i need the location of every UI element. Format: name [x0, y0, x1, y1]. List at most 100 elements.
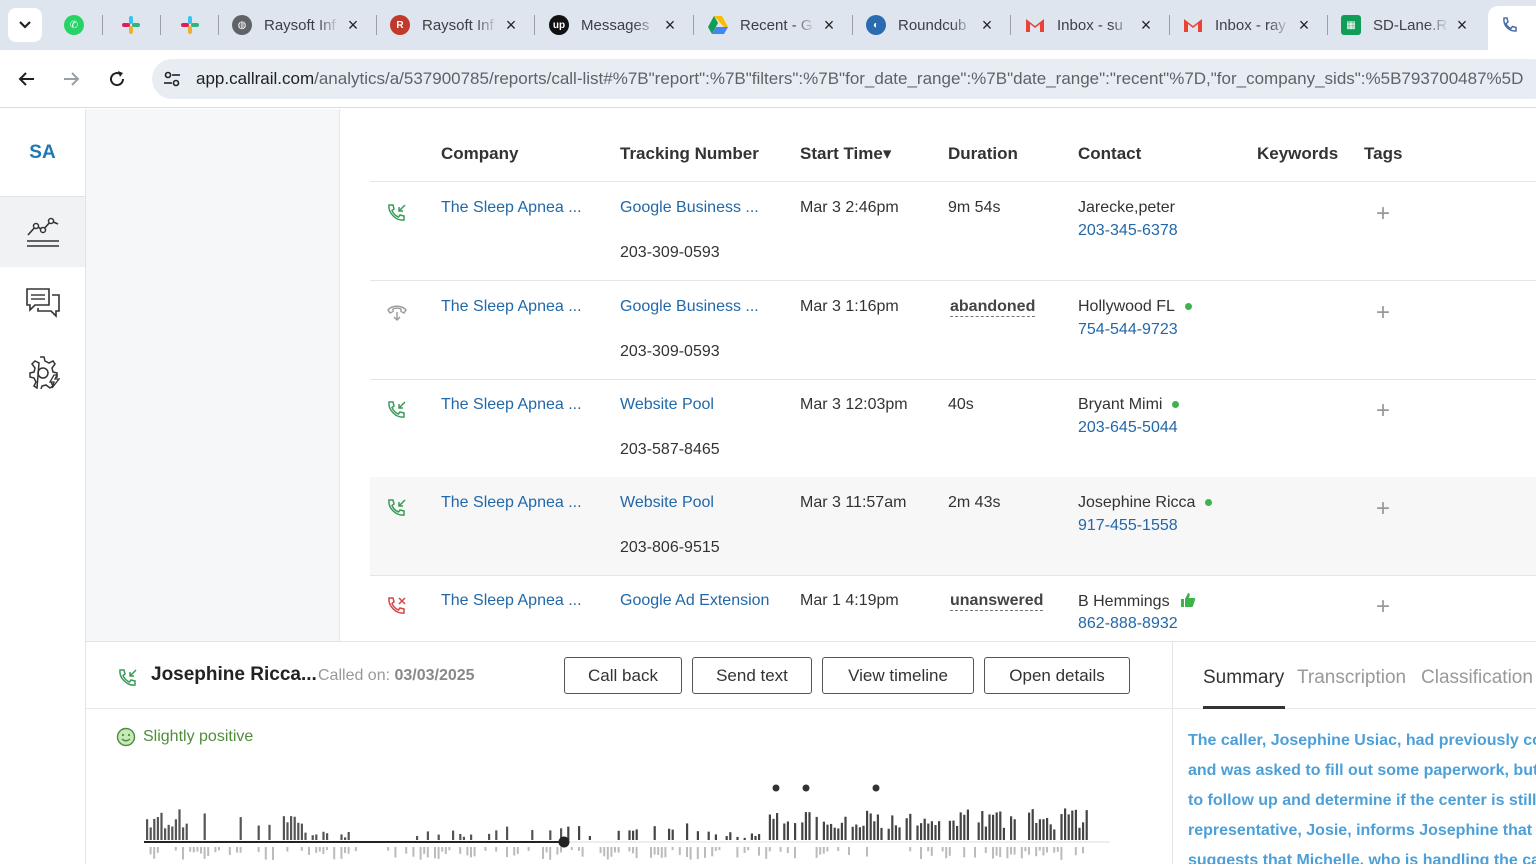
- back-button[interactable]: [10, 62, 44, 96]
- source-link[interactable]: Google Business ...: [620, 199, 759, 217]
- chevron-down-icon: [19, 21, 31, 29]
- close-icon[interactable]: ×: [502, 15, 520, 35]
- tab-callrail-active[interactable]: [1488, 6, 1536, 50]
- table-row[interactable]: The Sleep Apnea ... Google Business ... …: [370, 281, 1536, 380]
- contact-phone[interactable]: 203-645-5044: [1078, 419, 1178, 437]
- close-icon[interactable]: ×: [661, 15, 679, 35]
- tab-whatsapp[interactable]: ✆: [64, 8, 88, 42]
- tab-summary[interactable]: Summary: [1203, 667, 1284, 689]
- waveform-bar: [268, 824, 271, 840]
- col-contact[interactable]: Contact: [1078, 144, 1141, 164]
- waveform-bar: [736, 836, 739, 840]
- waveform-bar-secondary: [999, 847, 1002, 858]
- company-link[interactable]: The Sleep Apnea ...: [441, 298, 582, 316]
- source-link[interactable]: Website Pool: [620, 396, 714, 414]
- waveform-bar-secondary: [1082, 847, 1084, 854]
- duration-status[interactable]: unanswered: [950, 592, 1044, 611]
- add-tag-icon[interactable]: +: [1373, 595, 1393, 619]
- waveform-bar-secondary: [941, 847, 944, 852]
- tab-roundcube[interactable]: ◐ Roundcub ×: [866, 8, 996, 42]
- account-initials[interactable]: SA: [0, 109, 85, 197]
- waveform-bar-secondary: [322, 847, 325, 855]
- company-link[interactable]: The Sleep Apnea ...: [441, 592, 582, 610]
- close-icon[interactable]: ×: [1137, 15, 1155, 35]
- tab-search-button[interactable]: [8, 8, 42, 42]
- company-link[interactable]: The Sleep Apnea ...: [441, 494, 582, 512]
- contact-phone[interactable]: 862-888-8932: [1078, 615, 1178, 633]
- company-link[interactable]: The Sleep Apnea ...: [441, 396, 582, 414]
- waveform-bar-secondary: [153, 847, 156, 859]
- waveform-bar: [786, 821, 789, 840]
- waveform-bar: [171, 826, 174, 840]
- tab-google-drive[interactable]: Recent - G ×: [708, 8, 838, 42]
- tab-messages[interactable]: up Messages ×: [549, 8, 679, 42]
- forward-button[interactable]: [54, 62, 88, 96]
- url-bar[interactable]: app.callrail.com/analytics/a/537900785/r…: [152, 59, 1536, 99]
- tab-classification[interactable]: Classification: [1421, 667, 1533, 689]
- tab-slack-2[interactable]: [180, 8, 204, 42]
- waveform-bar-secondary: [657, 847, 660, 855]
- duration-status[interactable]: abandoned: [950, 298, 1036, 317]
- col-keywords[interactable]: Keywords: [1257, 144, 1338, 164]
- close-icon[interactable]: ×: [820, 15, 838, 35]
- waveform-bar-secondary: [441, 847, 444, 852]
- open-details-button[interactable]: Open details: [984, 657, 1130, 694]
- tab-raysoft-1[interactable]: ◍ Raysoft Inf ×: [232, 8, 362, 42]
- waveform-bar: [164, 828, 167, 840]
- add-tag-icon[interactable]: +: [1373, 497, 1393, 521]
- contact-phone[interactable]: 917-455-1558: [1078, 517, 1178, 535]
- source-link[interactable]: Google Ad Extension: [620, 592, 769, 610]
- close-icon[interactable]: ×: [978, 15, 996, 35]
- add-tag-icon[interactable]: +: [1373, 399, 1393, 423]
- table-row[interactable]: The Sleep Apnea ... Google Business ... …: [370, 182, 1536, 281]
- waveform-bar: [1038, 819, 1041, 840]
- waveform-bar-secondary: [394, 847, 397, 858]
- tab-slack-1[interactable]: [121, 8, 145, 42]
- gmail-icon: [1025, 15, 1045, 35]
- slack-icon: [121, 15, 141, 35]
- waveform-bar-secondary: [1035, 847, 1038, 857]
- add-tag-icon[interactable]: +: [1373, 301, 1393, 325]
- reload-button[interactable]: [100, 62, 134, 96]
- source-link[interactable]: Google Business ...: [620, 298, 759, 316]
- add-tag-icon[interactable]: +: [1373, 202, 1393, 226]
- col-tags[interactable]: Tags: [1364, 144, 1402, 164]
- call-back-button[interactable]: Call back: [564, 657, 682, 694]
- col-company[interactable]: Company: [441, 144, 518, 164]
- tab-raysoft-2[interactable]: R Raysoft Inf ×: [390, 8, 520, 42]
- waveform-bar: [311, 835, 314, 840]
- tab-gmail-1[interactable]: Inbox - su ×: [1025, 8, 1155, 42]
- analytics-nav[interactable]: [0, 197, 85, 267]
- site-settings-icon[interactable]: [162, 69, 182, 89]
- conversations-nav[interactable]: [0, 267, 85, 337]
- close-icon[interactable]: ×: [344, 15, 362, 35]
- thumbs-up-icon: [1181, 593, 1196, 607]
- close-icon[interactable]: ×: [1295, 15, 1313, 35]
- waveform-bar: [1060, 814, 1063, 840]
- tab-transcription[interactable]: Transcription: [1297, 667, 1406, 689]
- table-row[interactable]: The Sleep Apnea ... Website Pool 203-587…: [370, 379, 1536, 478]
- close-icon[interactable]: ×: [1453, 15, 1471, 35]
- waveform-bar-secondary: [826, 847, 829, 852]
- smile-icon: [116, 727, 136, 747]
- col-duration[interactable]: Duration: [948, 144, 1018, 164]
- waveform-bar: [300, 823, 303, 840]
- col-tracking-number[interactable]: Tracking Number: [620, 144, 759, 164]
- send-text-button[interactable]: Send text: [692, 657, 812, 694]
- tracking-number: 203-806-9515: [620, 539, 720, 556]
- call-audio-waveform[interactable]: [144, 780, 1114, 865]
- contact-phone[interactable]: 754-544-9723: [1078, 321, 1178, 339]
- settings-nav[interactable]: [0, 337, 85, 407]
- tab-gmail-2[interactable]: Inbox - ray ×: [1183, 8, 1313, 42]
- tab-sheets[interactable]: ▦ SD-Lane.R ×: [1341, 8, 1471, 42]
- company-link[interactable]: The Sleep Apnea ...: [441, 199, 582, 217]
- table-row[interactable]: The Sleep Apnea ... Google Ad Extension …: [370, 575, 1536, 641]
- col-start-time[interactable]: Start Time▾: [800, 144, 891, 164]
- waveform-bar: [862, 825, 865, 840]
- contact-phone[interactable]: 203-345-6378: [1078, 222, 1178, 240]
- table-row-selected[interactable]: The Sleep Apnea ... Website Pool 203-806…: [370, 477, 1536, 576]
- view-timeline-button[interactable]: View timeline: [822, 657, 974, 694]
- waveform-bar-secondary: [207, 847, 210, 857]
- waveform-bar: [1067, 814, 1070, 840]
- source-link[interactable]: Website Pool: [620, 494, 714, 512]
